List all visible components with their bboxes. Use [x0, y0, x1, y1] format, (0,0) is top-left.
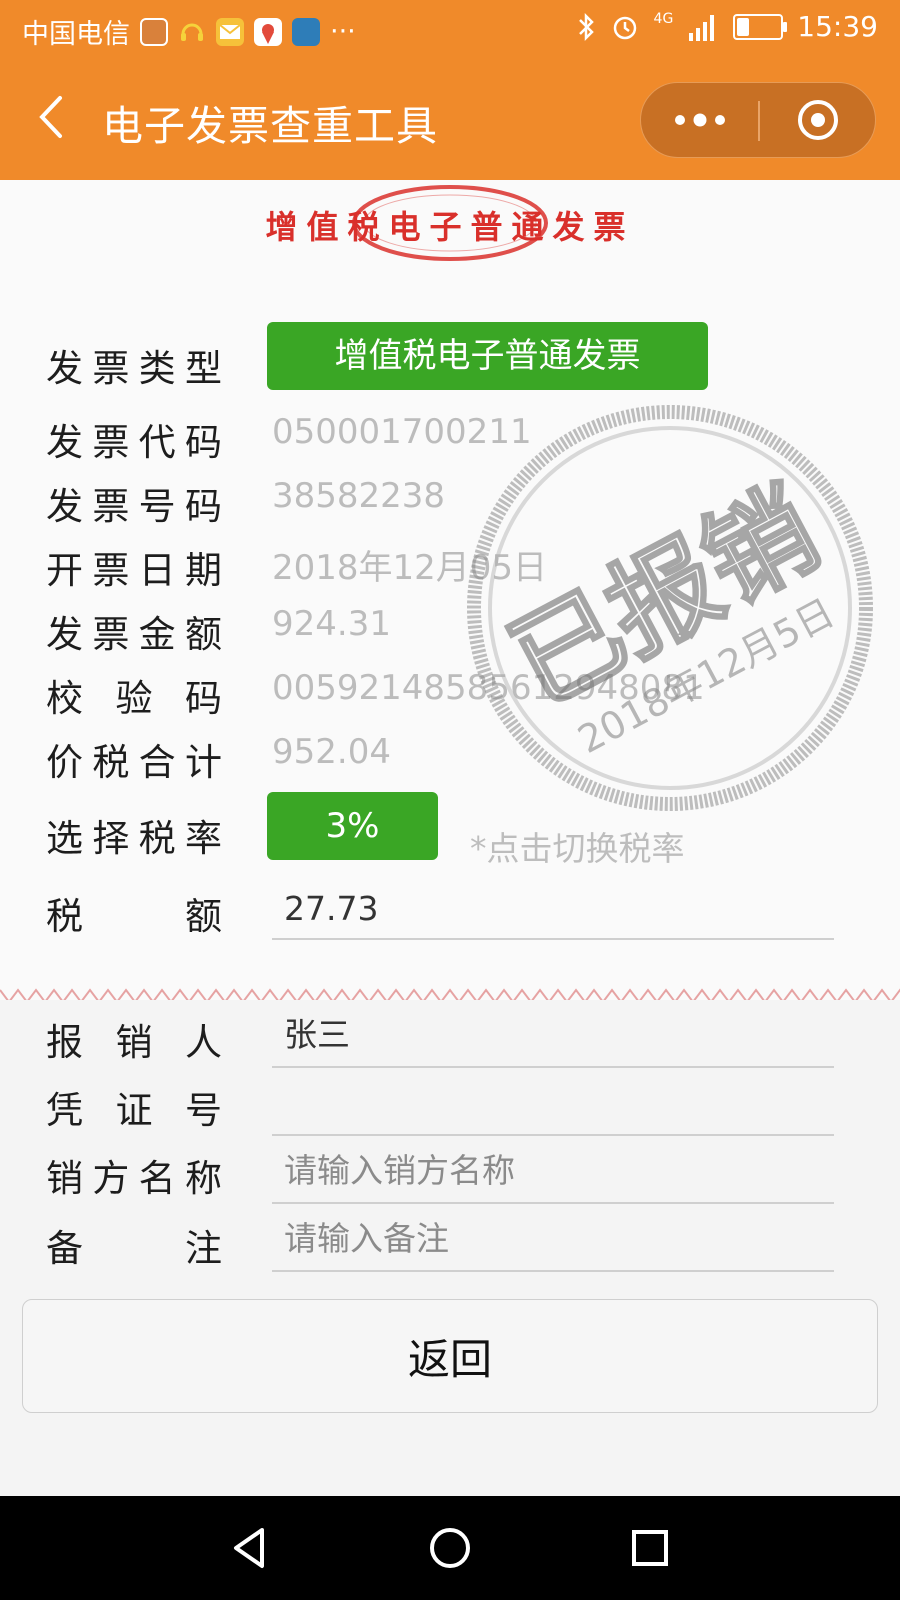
more-notifications-icon: ···: [330, 16, 356, 47]
tax-amount-label: 税额: [46, 895, 222, 938]
home-circle-icon[interactable]: [422, 1520, 478, 1576]
chevron-left-icon: [39, 96, 62, 138]
page-title: 电子发票查重工具: [102, 102, 438, 150]
network-type: 4G: [653, 10, 674, 27]
nav-bar: 电子发票查重工具: [0, 58, 900, 180]
voucher-field[interactable]: [272, 1068, 834, 1136]
check-code-value: 00592148585612948081: [272, 668, 705, 708]
mail-icon: [216, 17, 244, 46]
reimburser-label: 报销人: [46, 1021, 222, 1064]
invoice-type-button[interactable]: 增值税电子普通发票: [267, 322, 708, 390]
invoice-amount-label: 发票金额: [46, 613, 222, 656]
invoice-number-value: 38582238: [272, 476, 446, 516]
chat-app-icon: [292, 17, 320, 46]
check-code-label: 校验码: [46, 677, 222, 720]
tax-amount-value: 27.73: [284, 889, 379, 928]
seller-name-placeholder: 请输入销方名称: [284, 1151, 515, 1190]
tax-rate-label: 选择税率: [46, 817, 222, 860]
target-close-icon: [797, 100, 838, 140]
reimburser-field[interactable]: 张三: [272, 1000, 834, 1068]
invoice-amount-value: 924.31: [272, 604, 391, 644]
headset-icon: [178, 18, 206, 46]
more-button[interactable]: [641, 83, 758, 157]
more-dots-icon: [674, 113, 725, 127]
bluetooth-icon: [578, 12, 594, 41]
issue-date-label: 开票日期: [46, 549, 222, 592]
seller-name-label: 销方名称: [46, 1157, 222, 1200]
red-seal-icon: [352, 185, 548, 261]
mini-program-capsule: [640, 82, 876, 158]
issue-date-value: 2018年12月05日: [272, 548, 548, 588]
status-right: 4G 15:39: [576, 10, 878, 43]
invoice-code-value: 050001700211: [272, 412, 532, 452]
tax-rate-button[interactable]: 3%: [267, 792, 438, 860]
close-program-button[interactable]: [760, 83, 875, 157]
battery-level: [737, 17, 750, 36]
invoice-code-label: 发票代码: [46, 421, 222, 464]
invoice-header: 增值税电子普通发票: [0, 180, 900, 261]
back-button[interactable]: [28, 90, 82, 144]
seller-name-field[interactable]: 请输入销方名称: [272, 1136, 834, 1204]
carrier-name: 中国电信: [22, 19, 130, 50]
battery-icon: [733, 13, 788, 40]
clock: 15:39: [797, 10, 878, 43]
alarm-icon: [613, 16, 636, 39]
recents-square-icon[interactable]: [622, 1520, 678, 1576]
status-bar: 中国电信 ··· 4G 15:39: [0, 0, 900, 58]
reimbursed-stamp: 已报销 2018年12月5日: [467, 405, 873, 811]
map-icon: [254, 17, 282, 46]
signal-icon: [689, 14, 715, 41]
app-notification-icon: [140, 17, 168, 46]
system-nav-bar: [0, 1496, 900, 1600]
return-button[interactable]: 返回: [22, 1299, 878, 1413]
back-triangle-icon[interactable]: [222, 1520, 278, 1576]
total-value: 952.04: [272, 732, 391, 772]
tax-rate-hint: *点击切换税率: [470, 829, 685, 868]
tax-amount-field[interactable]: 27.73: [272, 872, 834, 940]
remark-placeholder: 请输入备注: [284, 1219, 449, 1258]
remark-field[interactable]: 请输入备注: [272, 1204, 834, 1272]
voucher-label: 凭证号: [46, 1089, 222, 1132]
status-left: 中国电信 ···: [22, 12, 356, 51]
invoice-number-label: 发票号码: [46, 485, 222, 528]
total-label: 价税合计: [46, 741, 222, 784]
invoice-type-label: 发票类型: [46, 347, 222, 390]
remark-label: 备注: [46, 1227, 222, 1270]
reimburser-value: 张三: [284, 1015, 350, 1054]
